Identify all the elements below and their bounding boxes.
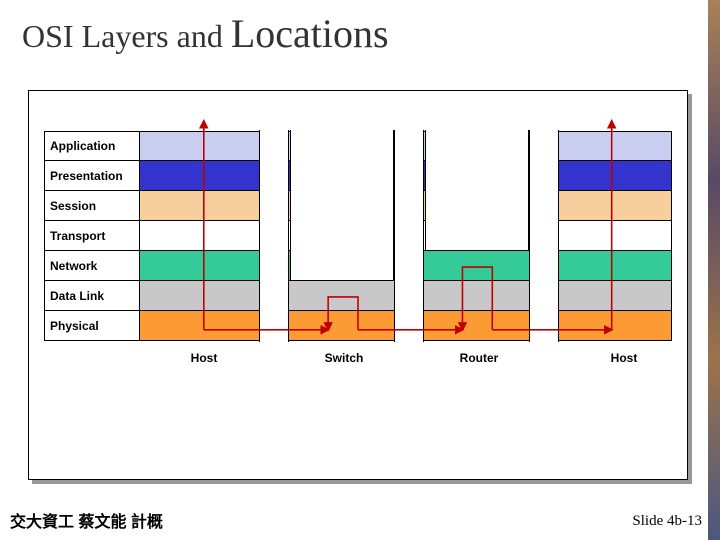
caption-host-right: Host — [584, 351, 664, 365]
caption-router: Router — [434, 351, 524, 365]
caption-switch: Switch — [299, 351, 389, 365]
column-gap — [529, 130, 559, 342]
layer-label: Data Link — [45, 281, 140, 310]
caption-host-left: Host — [159, 351, 249, 365]
footer-right: Slide 4b-13 — [632, 513, 702, 530]
slide-title: OSI Layers and Locations — [22, 10, 389, 57]
diagram-panel: ApplicationPresentationSessionTransportN… — [28, 90, 688, 480]
layer-label: Network — [45, 251, 140, 280]
layer-label: Physical — [45, 311, 140, 340]
device-columns — [139, 131, 672, 341]
layer-label: Transport — [45, 221, 140, 250]
decorative-edge — [708, 0, 720, 540]
layer-label: Presentation — [45, 161, 140, 190]
column-gap — [394, 130, 424, 342]
layer-label: Session — [45, 191, 140, 220]
layer-label: Application — [45, 132, 140, 160]
switch-top-mask — [290, 130, 394, 281]
title-prefix: OSI Layers and — [22, 18, 231, 54]
router-top-mask — [425, 130, 529, 251]
footer-left: 交大資工 蔡文能 計概 — [10, 508, 163, 532]
column-gap — [259, 130, 289, 342]
title-emphasis: Locations — [231, 11, 389, 56]
